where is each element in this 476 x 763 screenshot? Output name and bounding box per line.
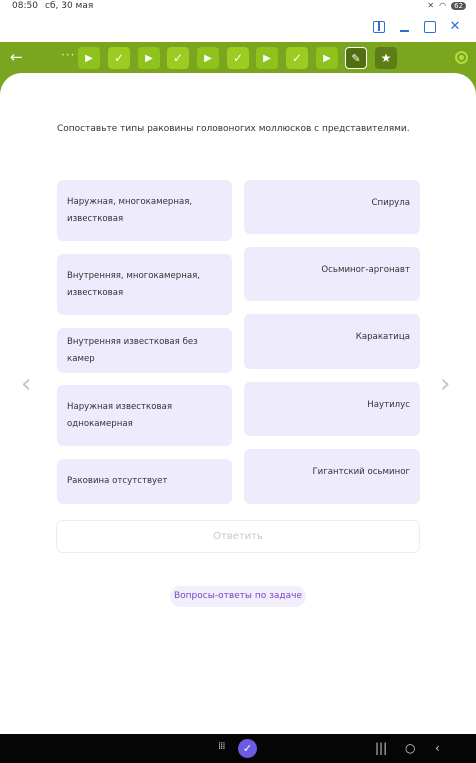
answer-button[interactable]: Ответить — [56, 520, 420, 553]
chevron-left-icon[interactable]: ‹ — [21, 369, 31, 399]
check-icon: ✓ — [113, 51, 125, 65]
status-icons: ✕ ◠ 62 — [427, 1, 466, 10]
right-item-label: Осьминог-аргонавт — [321, 265, 410, 275]
status-time: 08:50 — [12, 1, 38, 11]
left-item[interactable]: Внутренняя известковая без камер — [57, 328, 232, 373]
left-item-label: Внутренняя, многокамерная, известковая — [67, 270, 200, 298]
left-item-label: Раковина отсутствует — [67, 476, 168, 486]
step-done-1[interactable]: ✓ — [108, 47, 130, 69]
app-grid-icon[interactable]: ⁞⁞⁞ — [218, 741, 225, 752]
play-icon: ▶ — [323, 52, 331, 64]
right-item[interactable]: Гигантский осьминог — [244, 449, 420, 504]
progress-indicator-icon — [455, 51, 468, 64]
right-item[interactable]: Каракатица — [244, 314, 420, 369]
maximize-icon[interactable] — [424, 21, 436, 33]
play-icon: ▶ — [145, 52, 153, 64]
right-item[interactable]: Наутилус — [244, 382, 420, 436]
right-item[interactable]: Осьминог-аргонавт — [244, 247, 420, 301]
play-icon: ▶ — [85, 52, 93, 64]
task-navigation-bar: ← ··· ▶ ✓ ▶ ✓ ▶ ✓ ▶ ✓ ▶ ✎ ★ — [0, 42, 476, 73]
close-icon[interactable]: ✕ — [449, 20, 461, 33]
wifi-icon: ◠ — [439, 1, 447, 10]
left-item[interactable]: Раковина отсутствует — [57, 459, 232, 504]
mute-icon: ✕ — [427, 1, 435, 10]
right-item-label: Спирула — [371, 198, 410, 208]
left-item-label: Внутренняя известковая без камер — [67, 336, 198, 364]
task-content: Сопоставьте типы раковины головоногих мо… — [0, 73, 476, 734]
step-current[interactable]: ✎ — [345, 47, 367, 69]
more-steps-icon[interactable]: ··· — [61, 48, 75, 62]
star-icon: ★ — [380, 51, 392, 65]
pencil-icon: ✎ — [351, 51, 361, 65]
left-item[interactable]: Внутренняя, многокамерная, известковая — [57, 254, 232, 315]
right-item-label: Каракатица — [355, 332, 410, 342]
back-icon[interactable]: ‹ — [435, 741, 440, 755]
recent-apps-icon[interactable]: ||| — [375, 741, 387, 755]
step-play-3[interactable]: ▶ — [197, 47, 219, 69]
minimize-icon[interactable] — [398, 21, 410, 33]
question-text: Сопоставьте типы раковины головоногих мо… — [57, 124, 410, 134]
window-controls-bar: ✕ — [0, 14, 476, 42]
step-done-3[interactable]: ✓ — [227, 47, 249, 69]
step-play-4[interactable]: ▶ — [256, 47, 278, 69]
left-item[interactable]: Наружная, многокамерная, известковая — [57, 180, 232, 241]
split-view-icon[interactable] — [373, 21, 385, 33]
step-star[interactable]: ★ — [375, 47, 397, 69]
chevron-right-icon[interactable]: › — [440, 369, 450, 399]
check-icon: ✓ — [291, 51, 303, 65]
play-icon: ▶ — [204, 52, 212, 64]
step-done-4[interactable]: ✓ — [286, 47, 308, 69]
status-date: сб, 30 мая — [45, 1, 94, 11]
step-done-2[interactable]: ✓ — [167, 47, 189, 69]
left-item[interactable]: Наружная известковая однокамерная — [57, 385, 232, 446]
step-play-2[interactable]: ▶ — [138, 47, 160, 69]
check-icon: ✓ — [232, 51, 244, 65]
back-arrow-icon[interactable]: ← — [10, 48, 23, 66]
home-icon[interactable]: ○ — [405, 741, 415, 755]
system-navigation-bar: ⁞⁞⁞ ✓ ||| ○ ‹ — [0, 734, 476, 763]
faq-link[interactable]: Вопросы-ответы по задаче — [170, 586, 306, 607]
step-play-5[interactable]: ▶ — [316, 47, 338, 69]
right-item-label: Наутилус — [367, 400, 410, 410]
right-item-label: Гигантский осьминог — [312, 467, 410, 477]
battery-icon: 62 — [451, 1, 466, 10]
right-item[interactable]: Спирула — [244, 180, 420, 234]
check-icon: ✓ — [172, 51, 184, 65]
step-play-1[interactable]: ▶ — [78, 47, 100, 69]
left-item-label: Наружная, многокамерная, известковая — [67, 196, 193, 224]
shield-check-icon[interactable]: ✓ — [238, 739, 257, 758]
play-icon: ▶ — [263, 52, 271, 64]
left-item-label: Наружная известковая однокамерная — [67, 401, 172, 429]
status-bar: 08:50 сб, 30 мая ✕ ◠ 62 — [0, 0, 476, 14]
